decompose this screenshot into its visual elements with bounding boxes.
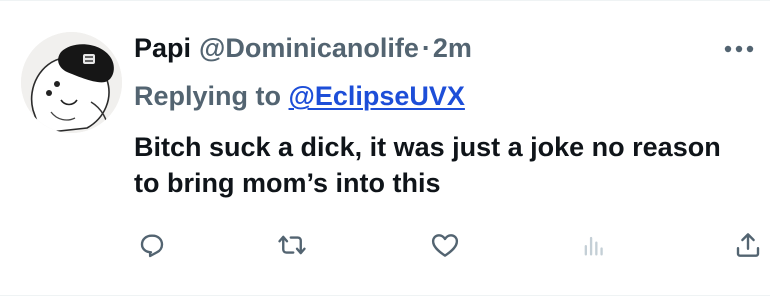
more-icon xyxy=(724,45,754,53)
separator-dot: · xyxy=(421,33,431,63)
tweet-text: Bitch suck a dick, it was just a joke no… xyxy=(134,132,721,198)
replying-to-link[interactable]: @EclipseUVX xyxy=(289,81,465,111)
replying-to-line: Replying to @EclipseUVX xyxy=(134,79,465,113)
replying-to-label: Replying to xyxy=(134,81,281,111)
views-button[interactable] xyxy=(576,227,612,263)
user-handle[interactable]: @Dominicanolife xyxy=(199,31,419,65)
like-icon xyxy=(431,234,459,257)
reply-icon xyxy=(140,234,164,258)
avatar-image xyxy=(21,32,122,133)
share-button[interactable] xyxy=(730,227,766,263)
retweet-icon xyxy=(278,235,306,255)
retweet-button[interactable] xyxy=(274,227,310,263)
reply-button[interactable] xyxy=(134,227,170,263)
share-icon xyxy=(736,233,760,257)
like-button[interactable] xyxy=(427,227,463,263)
tweet-actions xyxy=(0,227,770,263)
tweet-card[interactable]: Papi @Dominicanolife · 2m Replying to @E… xyxy=(0,0,770,296)
display-name[interactable]: Papi xyxy=(134,31,191,65)
views-icon xyxy=(584,236,603,256)
timestamp[interactable]: 2m xyxy=(433,31,472,65)
avatar[interactable] xyxy=(21,32,122,133)
more-options-button[interactable] xyxy=(722,37,756,61)
tweet-header: Papi @Dominicanolife · 2m xyxy=(134,31,472,65)
